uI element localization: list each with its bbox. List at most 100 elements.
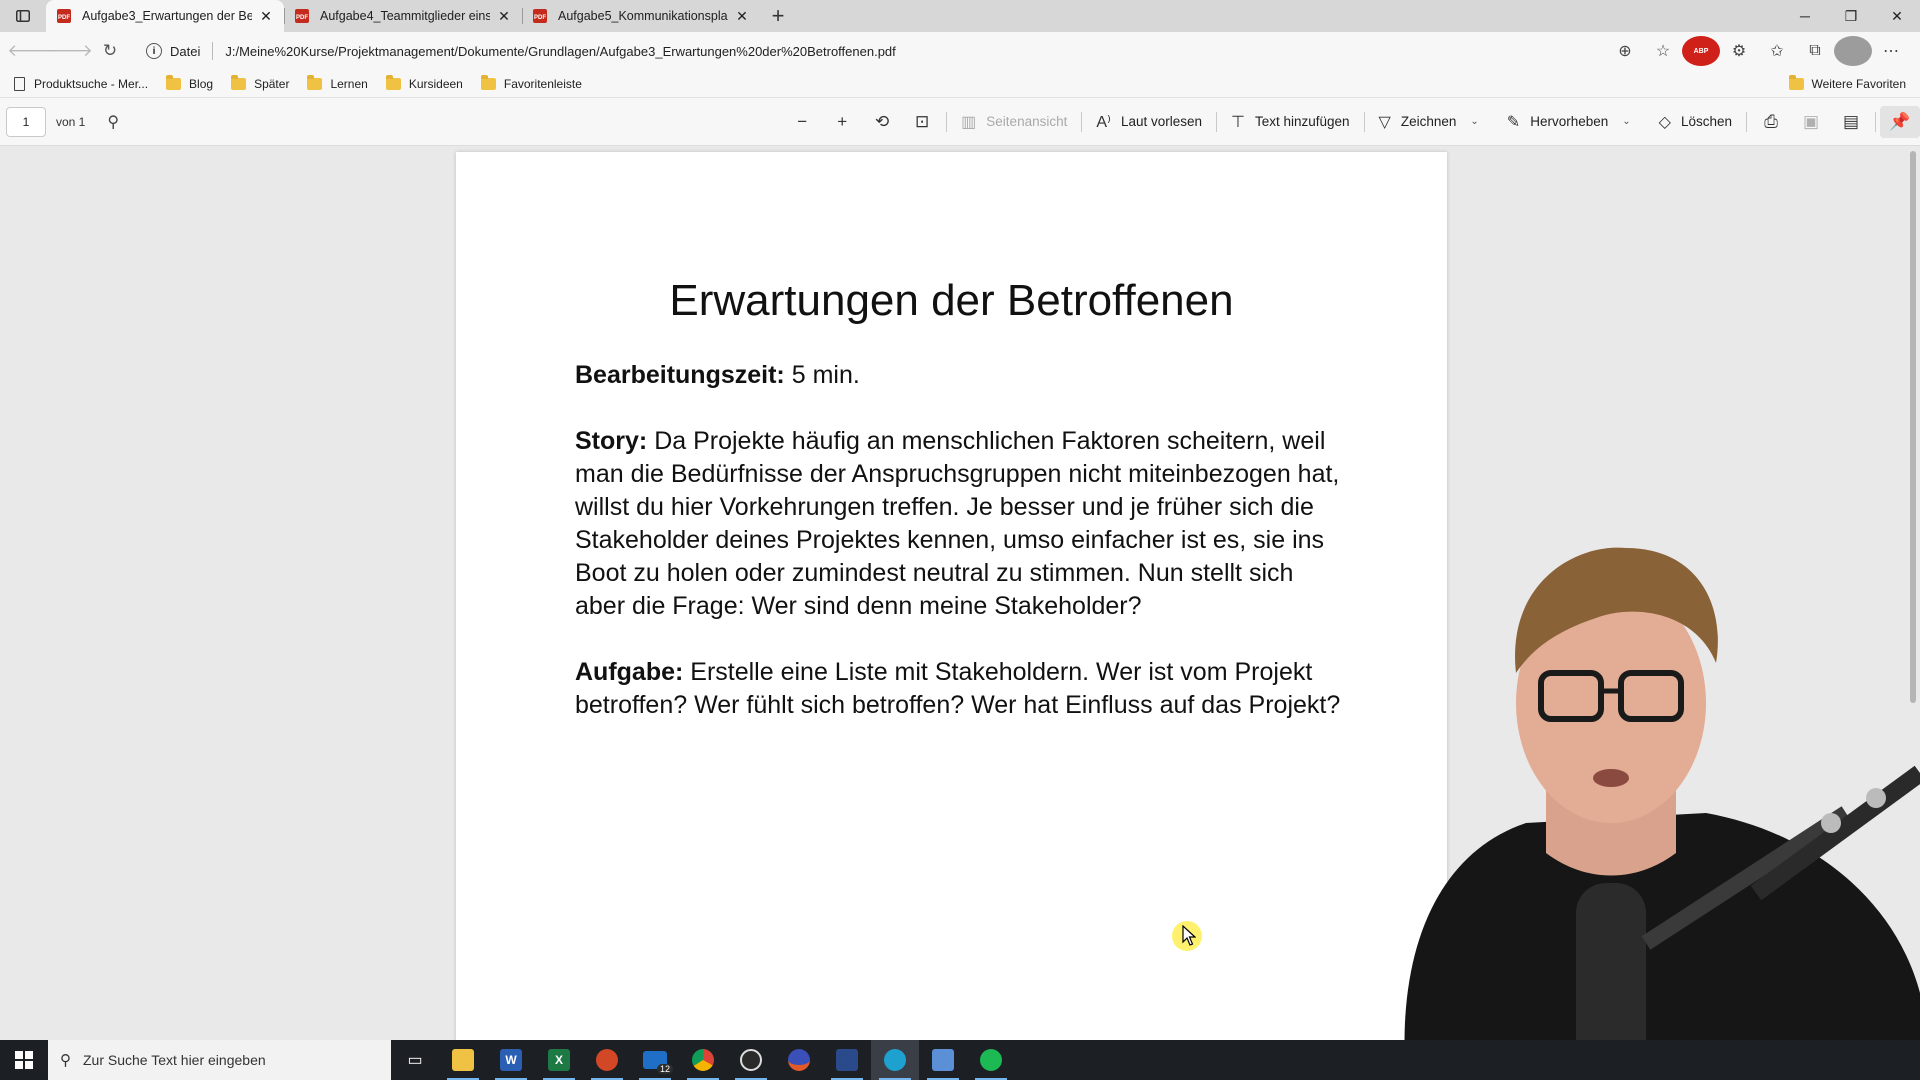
taskbar-apps: ▭ W X 12 — [391, 1040, 1015, 1080]
page-view-icon: ▥ — [961, 113, 977, 131]
more-options-icon[interactable]: ⋯ — [1872, 36, 1910, 66]
profile-icon[interactable] — [1834, 36, 1872, 66]
read-aloud-button[interactable]: A⁾ Laut vorlesen — [1086, 106, 1212, 138]
close-tab-icon[interactable]: ✕ — [496, 8, 512, 25]
favorites-icon[interactable]: ✩ — [1758, 36, 1796, 66]
highlight-label: Hervorheben — [1530, 114, 1609, 129]
forward-button[interactable]: 🡒 — [47, 36, 93, 66]
back-button[interactable]: 🡐 — [7, 36, 53, 66]
mail-icon[interactable]: 12 — [631, 1040, 679, 1080]
story-paragraph: Story: Da Projekte häufig an menschliche… — [575, 425, 1345, 623]
erase-button[interactable]: ◇ Löschen — [1649, 106, 1742, 138]
chrome-icon[interactable] — [679, 1040, 727, 1080]
pdf-icon: PDF — [57, 9, 71, 23]
task-view-icon[interactable]: ▭ — [391, 1040, 439, 1080]
task-paragraph: Aufgabe: Erstelle eine Liste mit Stakeho… — [575, 656, 1345, 722]
tab-label: Aufgabe5_Kommunikationsplan — [558, 9, 728, 23]
site-info-icon[interactable]: i — [146, 43, 162, 59]
collections-icon[interactable]: ⧉ — [1796, 36, 1834, 66]
tab-aufgabe4[interactable]: PDF Aufgabe4_Teammitglieder einschätzen … — [284, 0, 522, 32]
windows-start-button[interactable] — [0, 1040, 48, 1080]
other-favorites[interactable]: Weitere Favoriten — [1788, 74, 1906, 91]
favorite-folder-kursideen[interactable]: Kursideen — [385, 74, 463, 91]
tab-aufgabe5[interactable]: PDF Aufgabe5_Kommunikationsplan ✕ — [522, 0, 760, 32]
presenter-video — [1404, 547, 1920, 1080]
restore-button[interactable]: ❐ — [1828, 0, 1874, 32]
favorite-folder-favoritenleiste[interactable]: Favoritenleiste — [480, 74, 582, 91]
excel-icon[interactable]: X — [535, 1040, 583, 1080]
word-icon[interactable]: W — [487, 1040, 535, 1080]
close-window-button[interactable]: ✕ — [1874, 0, 1920, 32]
pdf-icon: PDF — [295, 9, 309, 23]
favorite-label: Produktsuche - Mer... — [34, 76, 149, 91]
save-as-icon[interactable]: ▤ — [1831, 106, 1871, 138]
rotate-icon[interactable]: ⟲ — [862, 106, 902, 138]
pin-toolbar-icon[interactable]: 📌 — [1880, 105, 1920, 138]
fit-page-icon[interactable]: ⊡ — [902, 106, 942, 138]
svg-text:PDF: PDF — [296, 15, 308, 21]
zoom-icon[interactable]: ⊕ — [1606, 36, 1644, 66]
mail-badge: 12 — [656, 1064, 673, 1074]
favorites-bar: Produktsuche - Mer... Blog Später Lernen… — [0, 70, 1920, 98]
search-icon[interactable]: ⚲ — [107, 112, 119, 132]
file-explorer-icon[interactable] — [439, 1040, 487, 1080]
chevron-down-icon[interactable]: ⌄ — [1470, 116, 1478, 127]
add-favorite-icon[interactable]: ☆ — [1644, 36, 1682, 66]
scheme-label: Datei — [170, 43, 201, 59]
pdf-tools: − + ⟲ ⊡ ▥ Seitenansicht A⁾ Laut vorlesen ⊤… — [782, 98, 1920, 146]
address-bar: 🡐 🡒 ↻ i Datei J:/Meine%20Kurse/Projektma… — [0, 32, 1920, 70]
zoom-out-icon[interactable]: − — [782, 106, 822, 138]
powerpoint-icon[interactable] — [583, 1040, 631, 1080]
folder-icon — [385, 74, 401, 90]
taskbar-search-field[interactable]: ⚲ Zur Suche Text hier eingeben — [48, 1040, 391, 1080]
refresh-button[interactable]: ↻ — [90, 36, 130, 66]
save-icon[interactable]: ▣ — [1791, 106, 1831, 138]
windows-logo-icon — [15, 1051, 33, 1069]
folder-icon — [480, 74, 496, 90]
close-tab-icon[interactable]: ✕ — [734, 8, 750, 25]
favorite-label: Kursideen — [408, 76, 463, 91]
story-text: Da Projekte häufig an menschlichen Fakto… — [575, 427, 1340, 620]
spotify-icon[interactable] — [967, 1040, 1015, 1080]
time-paragraph: Bearbeitungszeit: 5 min. — [575, 359, 1345, 392]
edge-icon[interactable] — [871, 1040, 919, 1080]
tab-actions-icon[interactable] — [0, 0, 46, 32]
favorite-folder-lernen[interactable]: Lernen — [307, 74, 368, 91]
draw-icon: ▽ — [1378, 113, 1391, 131]
divider — [212, 42, 214, 60]
zoom-in-icon[interactable]: + — [822, 106, 862, 138]
time-label: Bearbeitungszeit: — [575, 361, 785, 389]
adblock-badge: ABP — [1682, 36, 1720, 66]
page-number-input[interactable]: 1 — [6, 106, 46, 137]
notepad-icon[interactable] — [919, 1040, 967, 1080]
page-count-label: von 1 — [56, 114, 86, 129]
divider — [946, 111, 948, 132]
favorite-folder-spaeter[interactable]: Später — [231, 74, 289, 91]
favorite-produktsuche[interactable]: Produktsuche - Mer... — [14, 76, 149, 91]
media-app-icon[interactable] — [823, 1040, 871, 1080]
print-icon[interactable]: ⎙ — [1751, 106, 1791, 138]
highlight-button[interactable]: ✎ Hervorheben ⌄ — [1497, 106, 1649, 138]
folder-icon — [166, 74, 182, 90]
folder-icon — [307, 74, 323, 90]
avatar — [1834, 36, 1872, 66]
obs-icon[interactable] — [727, 1040, 775, 1080]
url-field[interactable]: i Datei J:/Meine%20Kurse/Projektmanageme… — [138, 36, 1598, 66]
divider — [1216, 111, 1218, 132]
new-tab-button[interactable]: + — [760, 0, 796, 32]
minimize-button[interactable]: ─ — [1782, 0, 1828, 32]
chevron-down-icon[interactable]: ⌄ — [1622, 116, 1630, 127]
favorite-folder-blog[interactable]: Blog — [166, 74, 213, 91]
url-text[interactable]: J:/Meine%20Kurse/Projektmanagement/Dokum… — [225, 44, 1590, 59]
extensions-icon[interactable]: ⚙ — [1720, 36, 1758, 66]
page-view-button[interactable]: ▥ Seitenansicht — [951, 106, 1077, 138]
close-tab-icon[interactable]: ✕ — [258, 8, 274, 25]
svg-text:PDF: PDF — [58, 15, 70, 21]
address-bar-icons: ⊕ ☆ ABP ⚙ ✩ ⧉ ⋯ — [1606, 36, 1910, 66]
draw-button[interactable]: ▽ Zeichnen ⌄ — [1369, 106, 1497, 138]
add-text-button[interactable]: ⊤ Text hinzufügen — [1221, 106, 1360, 138]
app-icon[interactable] — [775, 1040, 823, 1080]
tab-aufgabe3[interactable]: PDF Aufgabe3_Erwartungen der Betroffenen… — [46, 0, 284, 32]
adblock-extension-icon[interactable]: ABP — [1682, 36, 1720, 66]
folder-icon — [1788, 74, 1804, 90]
